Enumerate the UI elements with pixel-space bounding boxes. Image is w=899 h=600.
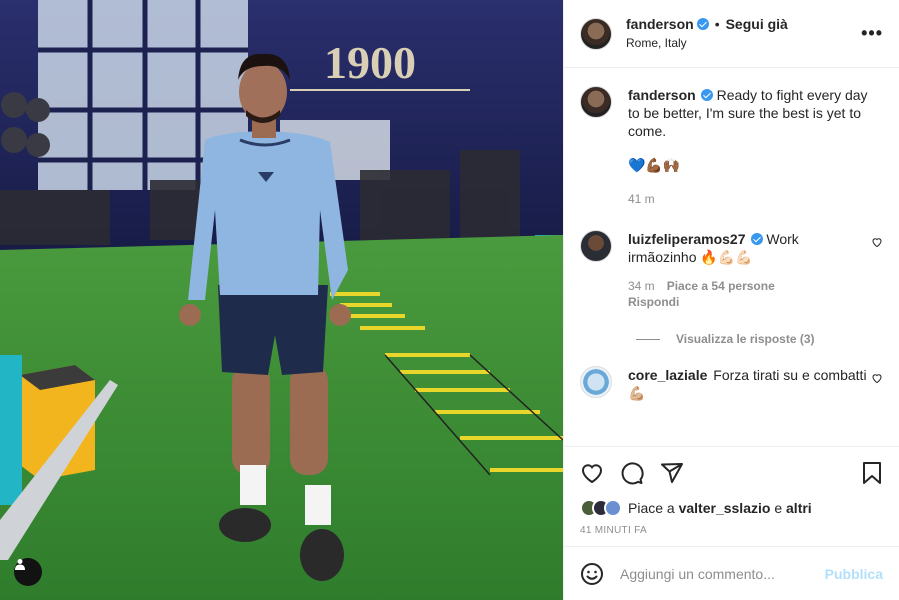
- likes-others-link[interactable]: altri: [786, 500, 812, 516]
- likes-prefix: Piace a: [628, 500, 675, 516]
- caption: fanderson Ready to fight every day to be…: [580, 86, 883, 208]
- comment-like-heart-icon[interactable]: [871, 372, 883, 384]
- gym-sign-text: 1900: [324, 37, 416, 88]
- post-actions: Piace a valter_sslazio e altri 41 MINUTI…: [564, 446, 899, 546]
- view-replies-label: Visualizza le risposte (3): [676, 332, 815, 346]
- share-icon: [661, 463, 683, 483]
- follow-state-button[interactable]: Segui già: [726, 16, 788, 32]
- comment-username[interactable]: core_laziale: [628, 367, 707, 383]
- comment-input[interactable]: [618, 564, 825, 583]
- save-button[interactable]: [861, 461, 883, 485]
- commenter-avatar[interactable]: [580, 366, 612, 398]
- add-comment-bar: Pubblica: [564, 546, 899, 600]
- separator-dot: •: [714, 16, 720, 32]
- comment-button[interactable]: [620, 461, 644, 485]
- comments-section: fanderson Ready to fight every day to be…: [564, 68, 899, 446]
- post-location[interactable]: Rome, Italy: [626, 34, 861, 52]
- post-photo[interactable]: 1900: [0, 0, 563, 600]
- more-options-icon[interactable]: •••: [861, 23, 883, 44]
- comment-item: luizfeliperamos27 Work irmãozinho 🔥💪🏻💪🏻 …: [580, 230, 883, 310]
- verified-badge-icon: [696, 18, 709, 30]
- heart-icon: [582, 464, 602, 484]
- verified-badge-icon: [750, 233, 763, 245]
- share-button[interactable]: [660, 461, 684, 485]
- comment-like-heart-icon[interactable]: [871, 236, 883, 248]
- liker-username[interactable]: valter_sslazio: [679, 500, 771, 516]
- likers-avatars[interactable]: [580, 499, 622, 517]
- author-avatar[interactable]: [580, 86, 612, 118]
- comment-icon: [621, 462, 644, 485]
- likes-connector: e: [774, 500, 783, 516]
- author-username[interactable]: fanderson: [626, 16, 694, 32]
- bookmark-icon: [863, 462, 881, 484]
- comment-item: core_laziale Forza tirati su e combatti …: [580, 366, 883, 402]
- commenter-avatar[interactable]: [580, 230, 612, 262]
- user-tag-button[interactable]: [14, 558, 42, 586]
- view-replies-button[interactable]: Visualizza le risposte (3): [636, 332, 883, 346]
- comment-time[interactable]: 34 m: [628, 278, 655, 294]
- caption-time[interactable]: 41 m: [628, 190, 655, 208]
- emoji-icon[interactable]: [580, 562, 604, 586]
- comment-username[interactable]: luizfeliperamos27: [628, 231, 746, 247]
- caption-emojis: 💙💪🏾🙌🏾: [628, 157, 681, 173]
- replies-divider: [636, 338, 660, 340]
- author-avatar[interactable]: [580, 17, 612, 50]
- reply-button[interactable]: Rispondi: [628, 295, 679, 309]
- user-tag-icon: [15, 559, 25, 570]
- comment-likes-count[interactable]: Piace a 54 persone: [667, 278, 775, 294]
- verified-badge-icon: [700, 89, 713, 101]
- post-header: fanderson • Segui già Rome, Italy •••: [564, 0, 899, 68]
- gym-scene: 1900: [0, 0, 563, 600]
- likes-summary: Piace a valter_sslazio e altri: [580, 499, 883, 517]
- post-details-panel: fanderson • Segui già Rome, Italy ••• fand…: [563, 0, 899, 600]
- caption-username[interactable]: fanderson: [628, 87, 696, 103]
- post-timestamp[interactable]: 41 MINUTI FA: [580, 525, 883, 536]
- like-button[interactable]: [580, 461, 604, 485]
- publish-button[interactable]: Pubblica: [825, 566, 883, 582]
- post-modal: 1900 fanderson • Segui già Rome, Italy •…: [0, 0, 899, 600]
